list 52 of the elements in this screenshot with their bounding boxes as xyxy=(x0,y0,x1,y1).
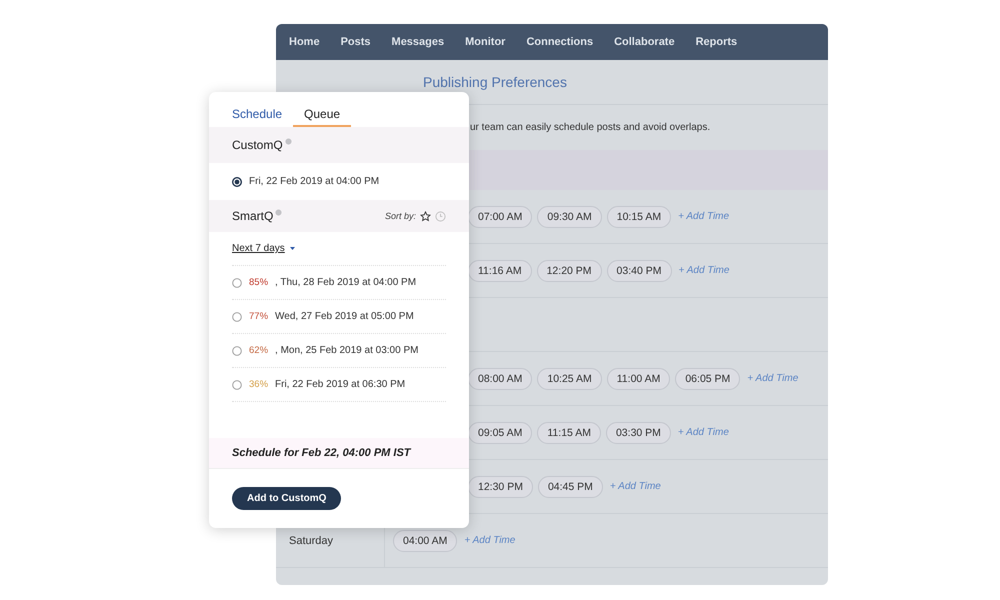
day-label: Saturday xyxy=(289,534,334,546)
score-percent: 77% xyxy=(249,311,268,322)
nav-link[interactable]: Reports xyxy=(696,36,738,48)
nav-link[interactable]: Posts xyxy=(340,36,371,48)
time-chip[interactable]: 07:00 AM xyxy=(468,206,532,228)
add-to-customq-button[interactable]: Add to CustomQ xyxy=(232,487,342,510)
radio-button[interactable] xyxy=(232,312,242,322)
nav-link[interactable]: Home xyxy=(289,36,320,48)
time-chip[interactable]: 06:05 PM xyxy=(675,368,740,390)
caret-icon xyxy=(290,247,295,250)
time-chip[interactable]: 03:30 PM xyxy=(606,422,671,444)
slot-label: Wed, 27 Feb 2019 at 05:00 PM xyxy=(275,311,414,322)
nav-link[interactable]: Monitor xyxy=(465,36,506,48)
star-icon[interactable] xyxy=(420,210,431,222)
time-chip[interactable]: 12:20 PM xyxy=(536,260,602,282)
info-icon xyxy=(284,138,292,144)
info-icon xyxy=(275,208,282,216)
range-dropdown[interactable]: Next 7 days xyxy=(232,243,285,254)
nav-link[interactable]: Messages xyxy=(392,36,444,48)
section-title: SmartQ xyxy=(232,209,274,223)
slot-label: Fri, 22 Feb 2019 at 06:30 PM xyxy=(275,379,406,390)
schedule-summary: Schedule for Feb 22, 04:00 PM IST xyxy=(232,447,410,459)
radio-button[interactable] xyxy=(232,176,242,186)
nav-link[interactable]: Connections xyxy=(526,36,594,48)
time-chip[interactable]: 04:00 AM xyxy=(393,530,458,552)
time-chip[interactable]: 04:45 PM xyxy=(538,476,603,498)
time-chip[interactable]: 10:25 AM xyxy=(537,368,602,390)
time-chip[interactable]: 08:00 AM xyxy=(468,368,532,390)
time-chip[interactable]: 03:40 PM xyxy=(606,260,672,282)
time-chip[interactable]: 11:16 AM xyxy=(468,260,532,282)
slot-label: , Mon, 25 Feb 2019 at 03:00 PM xyxy=(275,345,418,356)
time-chip[interactable]: 12:30 PM xyxy=(468,476,533,498)
score-percent: 36% xyxy=(249,379,268,390)
nav-link[interactable]: Collaborate xyxy=(614,36,675,48)
time-chip[interactable]: 10:15 AM xyxy=(606,206,672,228)
radio-button[interactable] xyxy=(232,346,242,356)
radio-button[interactable] xyxy=(232,380,242,390)
radio-button[interactable] xyxy=(232,278,242,288)
time-chip[interactable]: 11:00 AM xyxy=(606,368,670,390)
time-chip[interactable]: 09:05 AM xyxy=(468,422,532,444)
description-text: ur team can easily schedule posts and avoid overlaps. xyxy=(470,122,710,133)
page-title: Publishing Preferences xyxy=(423,74,567,90)
tab[interactable]: Schedule xyxy=(221,107,294,127)
clock-icon[interactable] xyxy=(435,210,446,222)
section-title: CustomQ xyxy=(232,138,283,152)
score-percent: 85% xyxy=(249,277,268,288)
score-percent: 62% xyxy=(249,345,268,356)
time-chip[interactable]: 09:30 AM xyxy=(537,206,602,228)
time-chip[interactable]: 11:15 AM xyxy=(537,422,601,444)
slot-label: Fri, 22 Feb 2019 at 04:00 PM xyxy=(249,176,380,187)
slot-label: , Thu, 28 Feb 2019 at 04:00 PM xyxy=(275,277,416,288)
sort-label: Sort by: xyxy=(384,211,416,221)
